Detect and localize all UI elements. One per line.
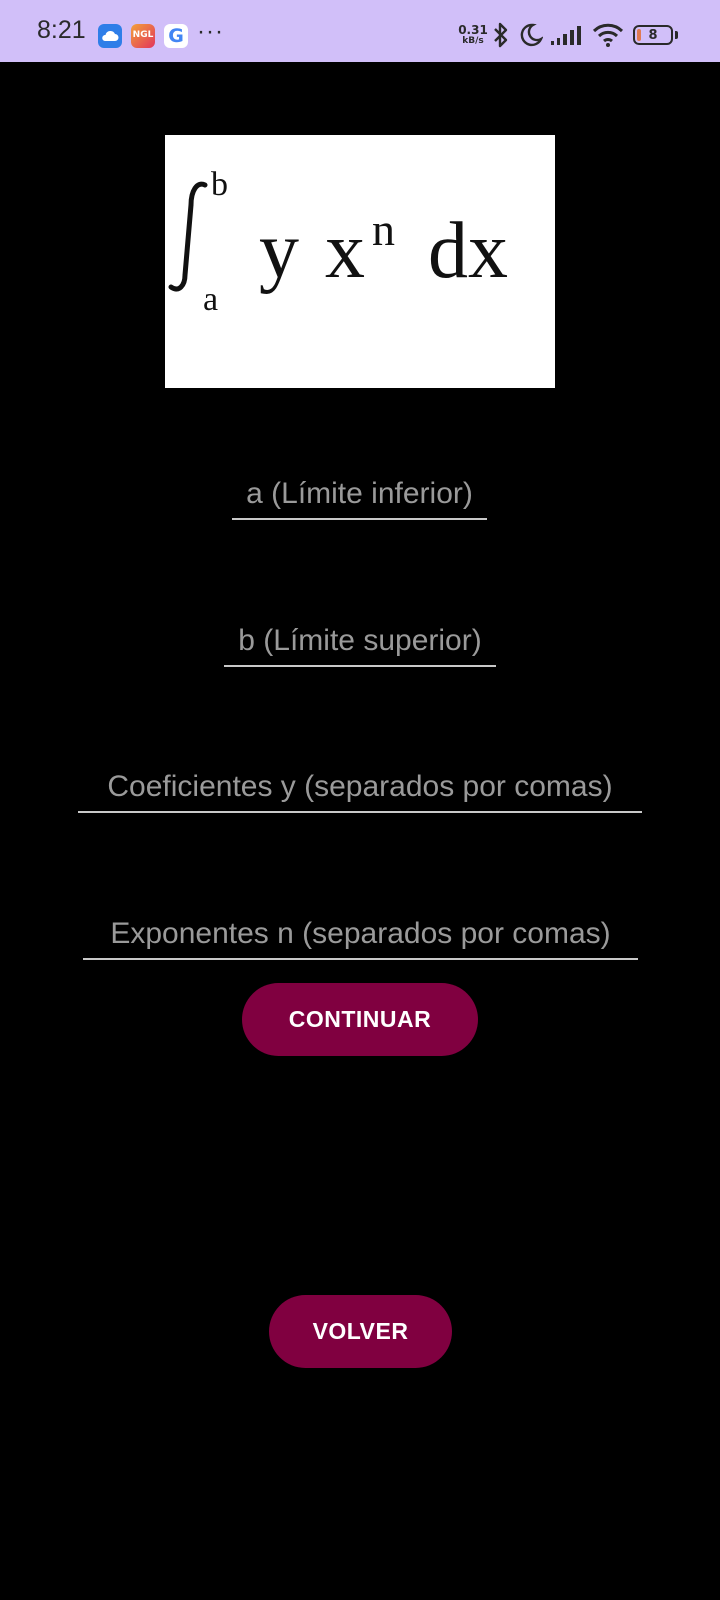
integral-sign-icon: [168, 181, 208, 292]
lower-limit-input[interactable]: [232, 470, 487, 520]
status-bar: 8:21 NGL G ··· 0.31 kB/s 8: [0, 0, 720, 62]
google-icon: G: [164, 24, 188, 48]
integral-formula-image: b a y x n dx: [165, 135, 555, 388]
bluetooth-icon: [494, 22, 508, 48]
exponents-input[interactable]: [83, 910, 638, 960]
formula-lower-limit: a: [203, 281, 218, 318]
upper-limit-input[interactable]: [224, 617, 496, 667]
network-speed-unit: kB/s: [462, 36, 484, 46]
battery-icon: 8: [633, 25, 673, 45]
formula-differential: dx: [428, 207, 508, 295]
formula-coefficient: y: [259, 207, 299, 295]
cellular-signal-icon: [551, 26, 581, 45]
formula-base: x: [325, 207, 365, 295]
back-button[interactable]: VOLVER: [269, 1295, 452, 1368]
network-speed: 0.31 kB/s: [458, 24, 488, 46]
formula-exponent: n: [372, 204, 395, 255]
google-app-label: G: [168, 25, 184, 47]
continue-button[interactable]: CONTINUAR: [242, 983, 478, 1056]
network-speed-value: 0.31: [458, 23, 488, 37]
coefficients-input[interactable]: [78, 763, 642, 813]
weather-cloud-icon: [98, 24, 122, 48]
more-notifications-indicator: ···: [197, 18, 224, 45]
ngl-app-label: NGL: [132, 30, 154, 40]
battery-level: 8: [648, 28, 658, 43]
battery-tip: [675, 31, 678, 39]
formula-upper-limit: b: [211, 166, 228, 203]
ngl-app-icon: NGL: [131, 24, 155, 48]
app-screen: 8:21 NGL G ··· 0.31 kB/s 8 b a y x n dx …: [0, 0, 720, 1600]
status-time: 8:21: [37, 16, 86, 44]
do-not-disturb-moon-icon: [520, 23, 543, 47]
wifi-icon: [592, 23, 624, 47]
